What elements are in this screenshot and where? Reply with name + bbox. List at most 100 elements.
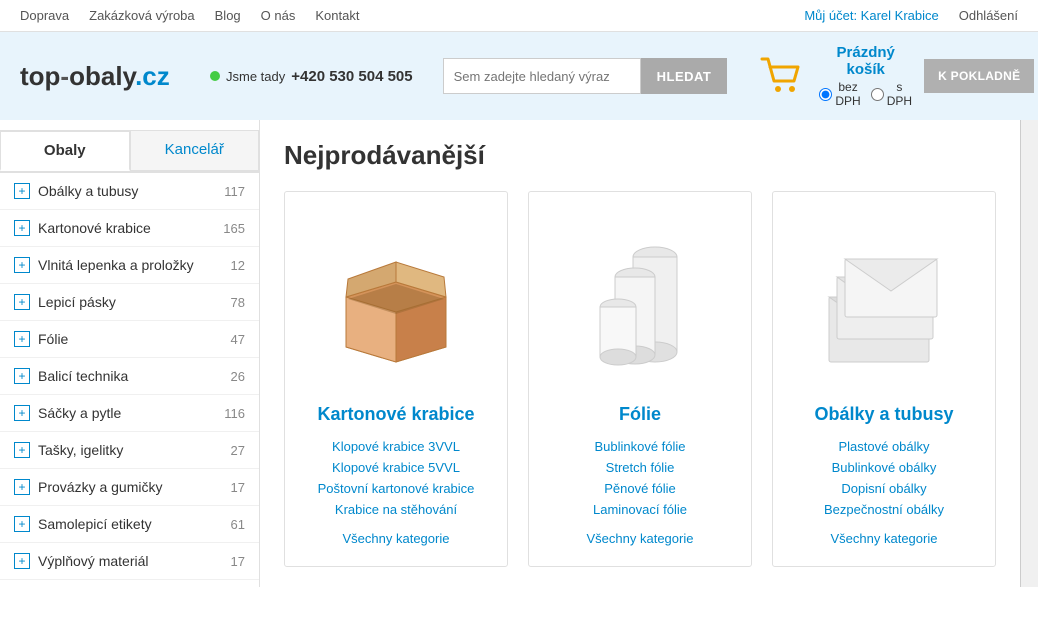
sidebar-item-3[interactable]: + Lepicí pásky 78	[0, 284, 259, 321]
sidebar-item-label-7: Tašky, igelitky	[38, 442, 225, 458]
bez-dph-option[interactable]: bez DPH	[819, 80, 860, 108]
sidebar-item-4[interactable]: + Fólie 47	[0, 321, 259, 358]
sidebar: Obaly Kancelář + Obálky a tubusy 117 + K…	[0, 120, 260, 587]
sidebar-item-count-1: 165	[223, 221, 245, 236]
search-area: HLEDAT	[443, 58, 728, 94]
plus-icon-2: +	[14, 257, 30, 273]
card-link-obalky-0[interactable]: Plastové obálky	[838, 439, 929, 454]
sidebar-item-count-6: 116	[224, 406, 245, 421]
sidebar-item-0[interactable]: + Obálky a tubusy 117	[0, 173, 259, 210]
plus-icon-6: +	[14, 405, 30, 421]
card-link-krabice-0[interactable]: Klopové krabice 3VVL	[332, 439, 460, 454]
sidebar-item-label-9: Samolepicí etikety	[38, 516, 225, 532]
sidebar-item-7[interactable]: + Tašky, igelitky 27	[0, 432, 259, 469]
search-button[interactable]: HLEDAT	[641, 58, 728, 94]
sidebar-item-6[interactable]: + Sáčky a pytle 116	[0, 395, 259, 432]
logout-link[interactable]: Odhlášení	[959, 8, 1018, 23]
sidebar-item-10[interactable]: + Výplňový materiál 17	[0, 543, 259, 580]
cart-icon	[757, 53, 807, 97]
sidebar-item-count-0: 117	[224, 184, 245, 199]
box-svg	[326, 232, 466, 372]
nav-kontakt[interactable]: Kontakt	[315, 8, 359, 23]
status-text: Jsme tady	[226, 69, 285, 84]
plus-icon-3: +	[14, 294, 30, 310]
sidebar-item-count-5: 26	[231, 369, 245, 384]
top-nav-right: Můj účet: Karel Krabice Odhlášení	[804, 8, 1018, 23]
contact-info: Jsme tady +420 530 504 505	[210, 68, 413, 85]
bez-dph-label: bez DPH	[835, 80, 860, 108]
plus-icon-9: +	[14, 516, 30, 532]
cart-icon-wrap	[757, 53, 807, 100]
sidebar-item-label-6: Sáčky a pytle	[38, 405, 218, 421]
folie-svg	[580, 227, 700, 377]
sidebar-item-count-9: 61	[231, 517, 245, 532]
bez-dph-radio[interactable]	[819, 88, 832, 101]
cart-area: Prázdný košík bez DPH s DPH K POKLADNĚ	[757, 44, 1034, 108]
plus-icon-7: +	[14, 442, 30, 458]
card-link-obalky-2[interactable]: Dopisní obálky	[841, 481, 926, 496]
card-link-obalky-3[interactable]: Bezpečnostní obálky	[824, 502, 944, 517]
sidebar-tabs: Obaly Kancelář	[0, 130, 259, 173]
sidebar-item-label-3: Lepicí pásky	[38, 294, 225, 310]
card-link-krabice-3[interactable]: Krabice na stěhování	[335, 502, 457, 517]
logo-container: top-obaly.cz	[20, 61, 180, 92]
main-container: Obaly Kancelář + Obálky a tubusy 117 + K…	[0, 120, 1038, 587]
card-title-obalky[interactable]: Obálky a tubusy	[814, 404, 953, 425]
nav-doprava[interactable]: Doprava	[20, 8, 69, 23]
sidebar-item-count-7: 27	[231, 443, 245, 458]
plus-icon-8: +	[14, 479, 30, 495]
card-title-krabice[interactable]: Kartonové krabice	[317, 404, 474, 425]
card-link-folie-2[interactable]: Pěnové fólie	[604, 481, 676, 496]
sidebar-item-count-3: 78	[231, 295, 245, 310]
sidebar-item-count-4: 47	[231, 332, 245, 347]
checkout-button[interactable]: K POKLADNĚ	[924, 59, 1034, 93]
card-link-folie-3[interactable]: Laminovací fólie	[593, 502, 687, 517]
plus-icon-10: +	[14, 553, 30, 569]
card-all-folie[interactable]: Všechny kategorie	[587, 531, 694, 546]
sidebar-item-1[interactable]: + Kartonové krabice 165	[0, 210, 259, 247]
s-dph-radio[interactable]	[871, 88, 884, 101]
product-card-folie: Fólie Bublinkové fólie Stretch fólie Pěn…	[528, 191, 752, 567]
card-link-folie-0[interactable]: Bublinkové fólie	[594, 439, 685, 454]
card-link-obalky-1[interactable]: Bublinkové obálky	[832, 460, 937, 475]
s-dph-label: s DPH	[887, 80, 912, 108]
nav-onas[interactable]: O nás	[261, 8, 296, 23]
sidebar-item-label-1: Kartonové krabice	[38, 220, 217, 236]
sidebar-item-label-8: Provázky a gumičky	[38, 479, 225, 495]
sidebar-item-8[interactable]: + Provázky a gumičky 17	[0, 469, 259, 506]
main-content: Nejprodávanější	[260, 120, 1020, 587]
sidebar-items-list: + Obálky a tubusy 117 + Kartonové krabic…	[0, 173, 259, 580]
site-logo[interactable]: top-obaly.cz	[20, 61, 170, 91]
search-input[interactable]	[443, 58, 641, 94]
card-link-krabice-2[interactable]: Poštovní kartonové krabice	[318, 481, 475, 496]
top-nav-left: Doprava Zakázková výroba Blog O nás Kont…	[20, 8, 359, 23]
card-links-folie: Bublinkové fólie Stretch fólie Pěnové fó…	[545, 439, 735, 546]
my-account-link[interactable]: Můj účet: Karel Krabice	[804, 8, 938, 23]
nav-zakazkovavyroba[interactable]: Zakázková výroba	[89, 8, 195, 23]
card-links-obalky: Plastové obálky Bublinkové obálky Dopisn…	[789, 439, 979, 546]
cart-title: Prázdný košík	[819, 44, 912, 78]
sidebar-item-2[interactable]: + Vlnitá lepenka a proložky 12	[0, 247, 259, 284]
s-dph-option[interactable]: s DPH	[871, 80, 912, 108]
plus-icon-5: +	[14, 368, 30, 384]
card-all-krabice[interactable]: Všechny kategorie	[343, 531, 450, 546]
card-links-krabice: Klopové krabice 3VVL Klopové krabice 5VV…	[301, 439, 491, 546]
sidebar-item-count-2: 12	[231, 258, 245, 273]
sidebar-item-9[interactable]: + Samolepicí etikety 61	[0, 506, 259, 543]
plus-icon-1: +	[14, 220, 30, 236]
card-link-krabice-1[interactable]: Klopové krabice 5VVL	[332, 460, 460, 475]
sidebar-item-5[interactable]: + Balicí technika 26	[0, 358, 259, 395]
scrollbar[interactable]	[1020, 120, 1038, 587]
sidebar-item-count-8: 17	[231, 480, 245, 495]
tab-kancelar[interactable]: Kancelář	[130, 130, 260, 171]
tab-obaly[interactable]: Obaly	[0, 130, 130, 171]
card-image-folie	[545, 212, 735, 392]
card-title-folie[interactable]: Fólie	[619, 404, 661, 425]
phone-number: +420 530 504 505	[291, 68, 412, 85]
card-all-obalky[interactable]: Všechny kategorie	[831, 531, 938, 546]
nav-blog[interactable]: Blog	[215, 8, 241, 23]
cart-text: Prázdný košík bez DPH s DPH	[819, 44, 912, 108]
product-cards-row: Kartonové krabice Klopové krabice 3VVL K…	[284, 191, 996, 567]
card-link-folie-1[interactable]: Stretch fólie	[606, 460, 675, 475]
card-image-obalky	[789, 212, 979, 392]
